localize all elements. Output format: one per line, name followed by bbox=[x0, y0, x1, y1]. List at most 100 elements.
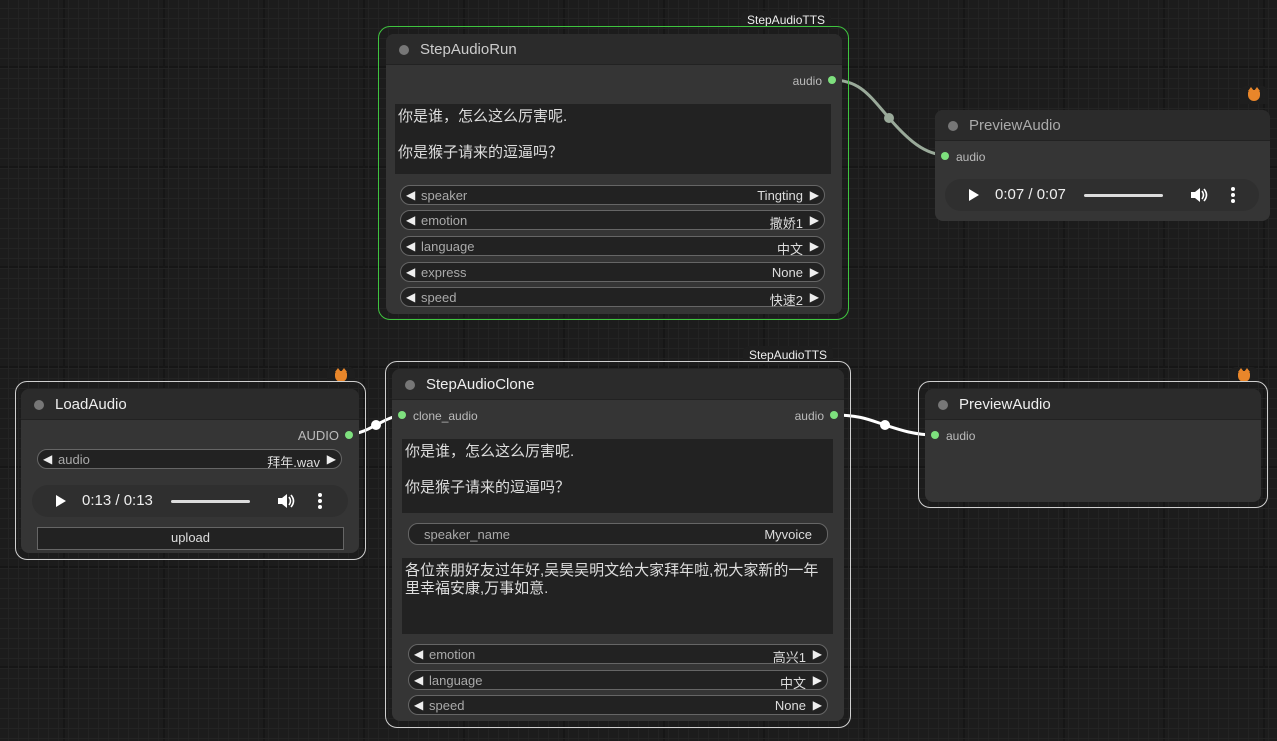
combo-speed[interactable]: ◀ speed 快速2 ▶ bbox=[400, 287, 825, 308]
node-title: StepAudioRun bbox=[420, 41, 517, 58]
node-title-bar[interactable]: PreviewAudio bbox=[935, 110, 1270, 141]
progress-bar[interactable] bbox=[171, 500, 250, 503]
input-slot-label: audio bbox=[946, 429, 976, 443]
combo-value: 中文 bbox=[779, 676, 806, 691]
combo-language[interactable]: ◀ language 中文 ▶ bbox=[408, 670, 828, 691]
output-slot-pin[interactable] bbox=[828, 76, 836, 84]
collapse-dot-icon[interactable] bbox=[405, 380, 415, 390]
combo-value: 拜年.wav bbox=[267, 455, 320, 470]
arrow-left-icon[interactable]: ◀ bbox=[414, 647, 423, 661]
node-title: StepAudioClone bbox=[426, 376, 535, 393]
node-preview-audio-bottom[interactable]: PreviewAudio audio bbox=[925, 389, 1261, 502]
arrow-right-icon[interactable]: ▶ bbox=[813, 647, 822, 661]
time-readout: 0:13 / 0:13 bbox=[82, 492, 153, 509]
arrow-left-icon[interactable]: ◀ bbox=[406, 213, 415, 227]
input-slot-pin[interactable] bbox=[931, 431, 939, 439]
arrow-right-icon[interactable]: ▶ bbox=[810, 188, 819, 202]
node-preview-audio-top[interactable]: PreviewAudio audio 0:07 / 0:07 bbox=[935, 110, 1270, 221]
node-title: PreviewAudio bbox=[969, 117, 1061, 134]
widget-value: Myvoice bbox=[764, 527, 812, 542]
combo-speed[interactable]: ◀ speed None ▶ bbox=[408, 695, 828, 715]
arrow-left-icon[interactable]: ◀ bbox=[414, 673, 423, 687]
text-input[interactable]: 你是谁，怎么这么厉害呢. 你是猴子请来的逗逼吗？ bbox=[402, 439, 833, 513]
node-title: LoadAudio bbox=[55, 396, 127, 413]
node-load-audio[interactable]: LoadAudio AUDIO ◀ audio 拜年.wav ▶ 0:13 / … bbox=[21, 389, 359, 553]
node-title-bar[interactable]: LoadAudio bbox=[21, 389, 359, 420]
combo-emotion[interactable]: ◀ emotion 撒娇1 ▶ bbox=[400, 210, 825, 231]
output-slot-label: audio bbox=[794, 409, 824, 423]
arrow-right-icon[interactable]: ▶ bbox=[327, 452, 336, 466]
output-slot-label: audio bbox=[792, 74, 822, 88]
combo-label: speaker bbox=[421, 188, 468, 203]
arrow-right-icon[interactable]: ▶ bbox=[813, 673, 822, 687]
arrow-left-icon[interactable]: ◀ bbox=[406, 239, 415, 253]
combo-emotion[interactable]: ◀ emotion 高兴1 ▶ bbox=[408, 644, 828, 665]
combo-audio[interactable]: ◀ audio 拜年.wav ▶ bbox=[37, 449, 342, 470]
combo-label: speed bbox=[421, 290, 457, 305]
combo-value: Tingting bbox=[757, 188, 803, 203]
combo-label: express bbox=[421, 265, 467, 280]
collapse-dot-icon[interactable] bbox=[399, 45, 409, 55]
arrow-right-icon[interactable]: ▶ bbox=[810, 213, 819, 227]
combo-label: speed bbox=[429, 698, 465, 713]
output-slot-pin[interactable] bbox=[345, 431, 353, 439]
combo-speaker[interactable]: ◀ speaker Tingting ▶ bbox=[400, 185, 825, 205]
link-steprun-to-preview bbox=[831, 78, 947, 157]
node-step-audio-run[interactable]: StepAudioRun audio 你是谁，怎么这么厉害呢. 你是猴子请来的逗… bbox=[386, 34, 842, 314]
volume-icon[interactable] bbox=[1190, 187, 1208, 203]
audio-player[interactable]: 0:13 / 0:13 bbox=[32, 485, 348, 517]
node-step-audio-clone[interactable]: StepAudioClone clone_audio audio 你是谁，怎么这… bbox=[392, 369, 844, 721]
arrow-left-icon[interactable]: ◀ bbox=[406, 188, 415, 202]
node-title-bar[interactable]: PreviewAudio bbox=[925, 389, 1261, 420]
text-input[interactable]: 你是谁，怎么这么厉害呢. 你是猴子请来的逗逼吗？ bbox=[395, 104, 831, 174]
combo-label: emotion bbox=[421, 213, 468, 228]
arrow-right-icon[interactable]: ▶ bbox=[810, 265, 819, 279]
play-icon[interactable] bbox=[56, 495, 66, 507]
combo-language[interactable]: ◀ language 中文 ▶ bbox=[400, 236, 825, 257]
combo-value: None bbox=[774, 698, 806, 713]
node-title-bar[interactable]: StepAudioRun bbox=[386, 34, 842, 65]
more-options-icon[interactable] bbox=[1231, 187, 1235, 203]
text-widget-speaker-name[interactable]: speaker_name Myvoice bbox=[408, 523, 828, 545]
combo-label: audio bbox=[58, 452, 90, 467]
output-slot-pin[interactable] bbox=[830, 411, 838, 419]
input-slot-pin[interactable] bbox=[941, 152, 949, 160]
input-slot-label: audio bbox=[956, 150, 986, 164]
upload-button[interactable]: upload bbox=[37, 527, 344, 550]
combo-express[interactable]: ◀ express None ▶ bbox=[400, 262, 825, 282]
progress-bar[interactable] bbox=[1084, 194, 1163, 197]
widget-label: speaker_name bbox=[424, 527, 510, 542]
input-slot-pin[interactable] bbox=[398, 411, 406, 419]
audio-player[interactable]: 0:07 / 0:07 bbox=[945, 179, 1259, 211]
arrow-left-icon[interactable]: ◀ bbox=[406, 265, 415, 279]
link-midpoint bbox=[371, 420, 381, 430]
collapse-dot-icon[interactable] bbox=[948, 121, 958, 131]
arrow-left-icon[interactable]: ◀ bbox=[43, 452, 52, 466]
combo-label: emotion bbox=[429, 647, 476, 662]
combo-value: 快速2 bbox=[769, 293, 803, 308]
time-readout: 0:07 / 0:07 bbox=[995, 186, 1066, 203]
combo-value: 高兴1 bbox=[772, 650, 806, 665]
arrow-right-icon[interactable]: ▶ bbox=[810, 239, 819, 253]
collapse-dot-icon[interactable] bbox=[34, 400, 44, 410]
arrow-left-icon[interactable]: ◀ bbox=[406, 290, 415, 304]
arrow-left-icon[interactable]: ◀ bbox=[414, 698, 423, 712]
play-icon[interactable] bbox=[969, 189, 979, 201]
arrow-right-icon[interactable]: ▶ bbox=[810, 290, 819, 304]
combo-value: 中文 bbox=[776, 242, 803, 257]
link-midpoint bbox=[880, 420, 890, 430]
combo-label: language bbox=[421, 239, 475, 254]
volume-icon[interactable] bbox=[277, 493, 295, 509]
input-slot-label: clone_audio bbox=[413, 409, 478, 423]
combo-value: None bbox=[771, 265, 803, 280]
arrow-right-icon[interactable]: ▶ bbox=[813, 698, 822, 712]
more-options-icon[interactable] bbox=[318, 493, 322, 509]
prompt-text-input[interactable]: 各位亲朋好友过年好,吴昊吴明文给大家拜年啦,祝大家新的一年里幸福安康,万事如意. bbox=[402, 558, 833, 634]
collapse-dot-icon[interactable] bbox=[938, 400, 948, 410]
node-title-bar[interactable]: StepAudioClone bbox=[392, 369, 844, 400]
combo-value: 撒娇1 bbox=[769, 216, 803, 231]
link-midpoint bbox=[884, 113, 894, 123]
output-slot-label: AUDIO bbox=[297, 428, 339, 443]
fox-badge-icon bbox=[1240, 86, 1268, 104]
node-title: PreviewAudio bbox=[959, 396, 1051, 413]
